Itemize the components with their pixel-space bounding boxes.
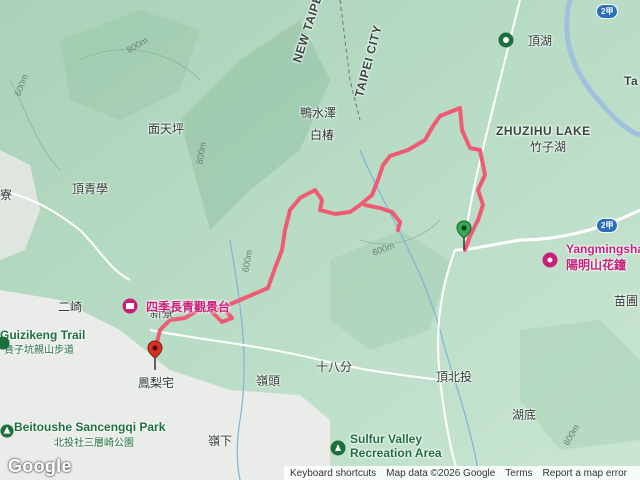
report-map-error-link[interactable]: Report a map error (543, 468, 627, 479)
place-label-baiqi: 白椿 (310, 128, 335, 142)
place-label-dingbeitou: 頂北投 (436, 370, 473, 384)
place-label-miaopu: 苗圃 (614, 294, 639, 308)
viewpoint-icon[interactable] (122, 298, 138, 314)
place-label-erqi: 二崎 (58, 300, 83, 314)
hotspring-icon[interactable] (330, 440, 346, 456)
place-label-dingqingxue: 頂青學 (72, 182, 109, 196)
place-label-hudi: 湖底 (512, 408, 537, 422)
poi-label-flower-clock[interactable]: Yangmingshan Flower Clock (566, 242, 640, 256)
place-label-zhuzihu-lake: ZHUZIHU LAKE (496, 124, 591, 138)
place-label-miantianping: 面天坪 (148, 122, 185, 136)
trail-icon[interactable] (0, 336, 10, 350)
poi-label-sijige[interactable]: 四季長青觀景台 (146, 298, 230, 315)
poi-label-beitoushe-park[interactable]: Beitoushe Sanceng­qi Park (14, 420, 165, 434)
flower-clock-icon[interactable] (542, 252, 558, 268)
poi-label-sulfur-valley[interactable]: Sulfur Valley (350, 432, 422, 446)
poi-label-sulfur-valley-2[interactable]: Recreation Area (350, 446, 442, 460)
map-data-credit: Map data ©2026 Google (386, 467, 496, 479)
place-label-lingxia: 嶺下 (208, 434, 233, 448)
poi-label-guizikeng-trail[interactable]: Guizikeng Trail (0, 328, 85, 342)
poi-label-guizikeng-trail-cn[interactable]: 貴子坑親山步道 (4, 341, 74, 356)
place-label-zhuzihu-cn: 竹子湖 (530, 140, 567, 154)
poi-label-flower-clock-cn[interactable]: 陽明山花鐘 (566, 256, 640, 273)
place-label-shiba-fen: 十八分 (316, 360, 353, 374)
place-label-liao: 寮 (0, 188, 13, 202)
place-label-ta: Ta (624, 74, 639, 88)
park-icon[interactable] (0, 424, 14, 438)
place-label-yashuize: 鴨水澤 (300, 106, 337, 120)
place-label-lingtou: 嶺頭 (256, 374, 281, 388)
google-logo: Google (8, 456, 72, 476)
poi-label-beitoushe-park-cn[interactable]: 北投社三層崎公園 (54, 434, 134, 449)
start-marker-icon[interactable] (456, 220, 472, 250)
map-canvas[interactable] (0, 0, 640, 480)
place-label-fengliza: 鳳梨宅 (138, 376, 175, 390)
map-attribution-bar: Keyboard shortcuts Map data ©2026 Google… (284, 466, 640, 480)
park-icon[interactable] (498, 32, 514, 48)
place-label-dinghu: 頂湖 (528, 34, 553, 48)
end-marker-icon[interactable] (147, 340, 163, 370)
keyboard-shortcuts-link[interactable]: Keyboard shortcuts (290, 468, 376, 479)
terms-link[interactable]: Terms (505, 468, 532, 479)
route-shield: 2甲 (596, 4, 619, 19)
route-shield: 2甲 (596, 218, 619, 233)
